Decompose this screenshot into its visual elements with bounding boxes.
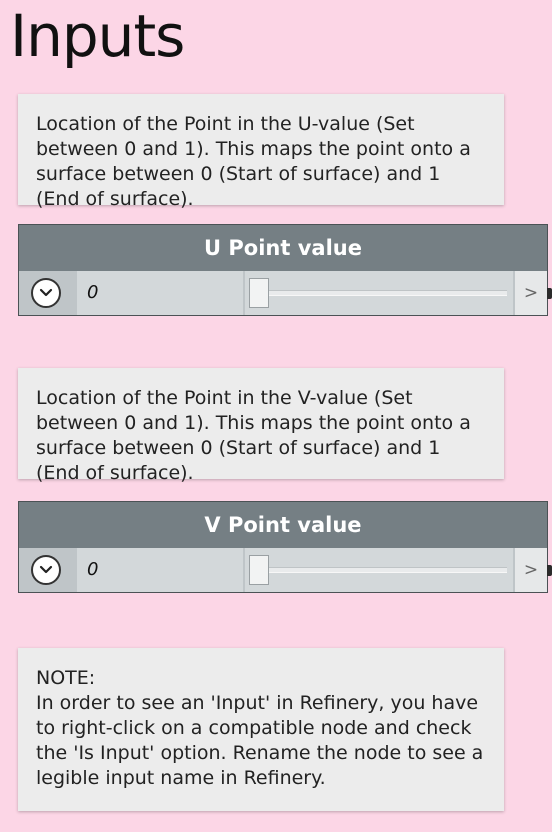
node-title: V Point value xyxy=(19,502,547,548)
chevron-down-icon[interactable] xyxy=(31,555,61,585)
v-point-slider-node[interactable]: V Point value 0 > xyxy=(18,501,552,593)
slider[interactable] xyxy=(245,548,513,592)
note-heading: NOTE: xyxy=(36,667,96,689)
slider-thumb[interactable] xyxy=(249,555,269,585)
value-input[interactable]: 0 xyxy=(77,271,243,315)
u-point-slider-node[interactable]: U Point value 0 > xyxy=(18,224,552,316)
expand-button[interactable]: > xyxy=(515,548,547,592)
slider-track[interactable] xyxy=(259,567,507,573)
note-text: In order to see an 'Input' in Refinery, … xyxy=(36,692,484,789)
refinery-note[interactable]: NOTE: In order to see an 'Input' in Refi… xyxy=(18,648,504,811)
node-title: U Point value xyxy=(19,225,547,271)
slider-track[interactable] xyxy=(259,290,507,296)
expand-button[interactable]: > xyxy=(515,271,547,315)
v-description-note[interactable]: Location of the Point in the V-value (Se… xyxy=(18,368,504,484)
output-port[interactable] xyxy=(547,565,552,576)
u-description-note[interactable]: Location of the Point in the U-value (Se… xyxy=(18,94,504,210)
output-port[interactable] xyxy=(547,288,552,299)
page-title: Inputs xyxy=(10,2,185,70)
slider-thumb[interactable] xyxy=(249,278,269,308)
value-input[interactable]: 0 xyxy=(77,548,243,592)
slider[interactable] xyxy=(245,271,513,315)
chevron-down-icon[interactable] xyxy=(31,278,61,308)
note-text: Location of the Point in the U-value (Se… xyxy=(36,113,471,210)
note-text: Location of the Point in the V-value (Se… xyxy=(36,387,471,484)
